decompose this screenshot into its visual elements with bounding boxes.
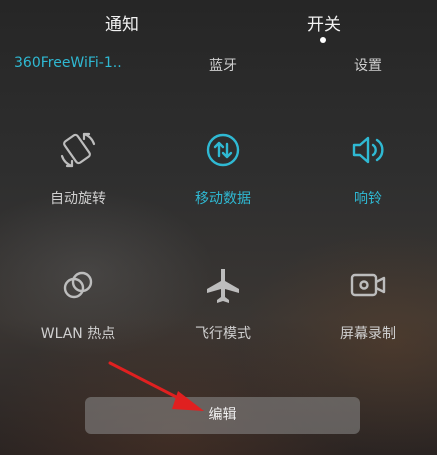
speaker-icon	[352, 136, 384, 164]
tab-toggles[interactable]: 开关	[284, 10, 364, 35]
ring-tile[interactable]: 响铃	[303, 130, 433, 220]
auto-rotate-label: 自动旋转	[50, 191, 106, 207]
mobile-data-icon	[206, 133, 240, 167]
settings-toggle[interactable]: 设置	[328, 55, 408, 75]
screen-record-tile[interactable]: 屏幕录制	[303, 265, 433, 355]
quick-settings-tabs: 通知 开关	[0, 0, 437, 44]
airplane-mode-tile[interactable]: 飞行模式	[158, 265, 288, 355]
active-tab-indicator	[320, 37, 326, 43]
airplane-icon	[207, 269, 239, 303]
quick-toggle-row: 360FreeWiFi-1.. 蓝牙 设置	[0, 55, 437, 77]
screen-record-label: 屏幕录制	[340, 326, 396, 342]
bluetooth-toggle[interactable]: 蓝牙	[183, 55, 263, 75]
screen-record-icon	[350, 273, 386, 297]
annotation-arrow-icon	[108, 361, 204, 411]
mobile-data-tile[interactable]: 移动数据	[158, 130, 288, 220]
tab-notifications[interactable]: 通知	[82, 10, 162, 35]
mobile-data-label: 移动数据	[195, 191, 251, 207]
ring-label: 响铃	[354, 191, 382, 207]
auto-rotate-tile[interactable]: 自动旋转	[13, 130, 143, 220]
hotspot-icon	[63, 271, 93, 299]
hotspot-tile[interactable]: WLAN 热点	[13, 265, 143, 355]
airplane-mode-label: 飞行模式	[195, 326, 251, 342]
wifi-toggle[interactable]: 360FreeWiFi-1..	[14, 55, 142, 71]
hotspot-label: WLAN 热点	[40, 326, 116, 342]
rotate-icon	[60, 132, 96, 168]
